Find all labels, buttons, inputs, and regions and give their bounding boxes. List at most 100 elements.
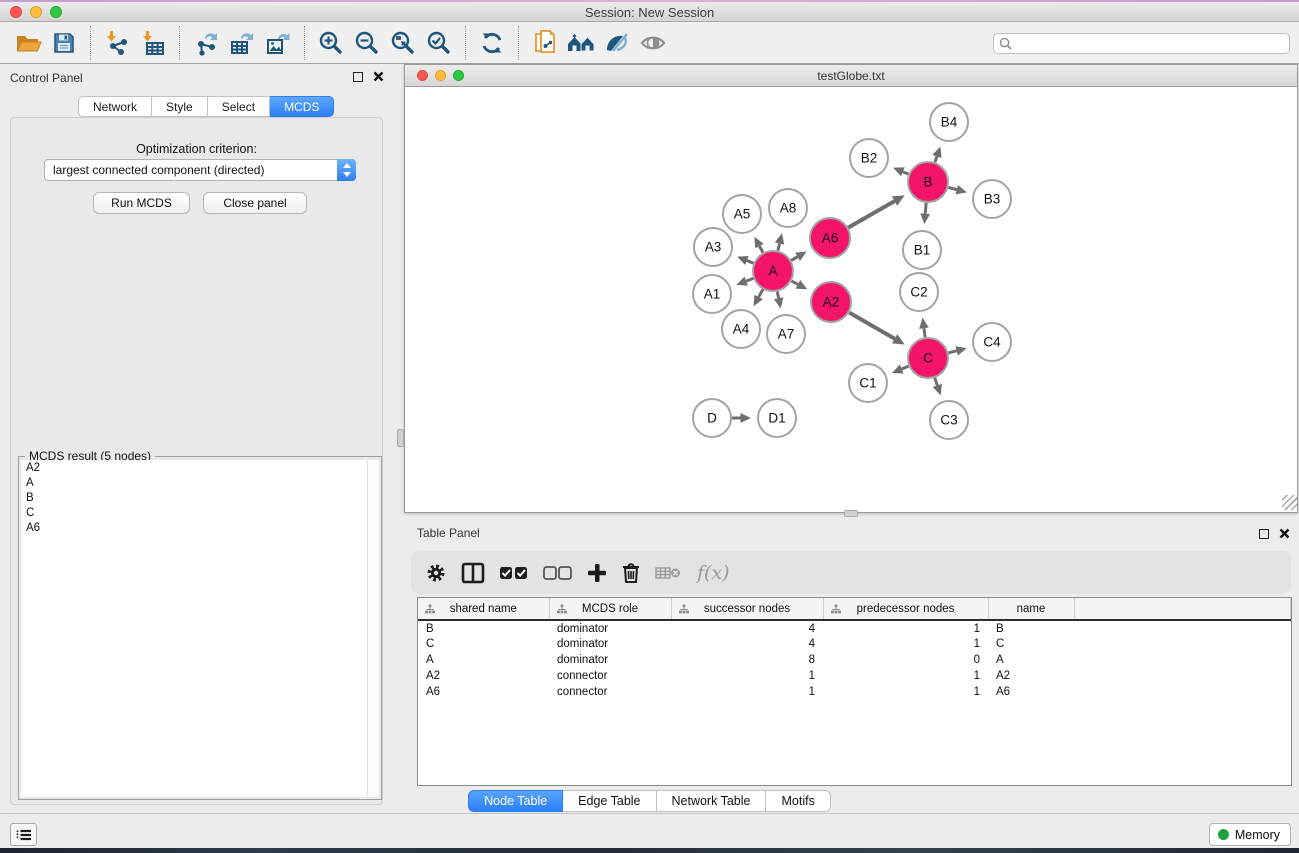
delete-column-button[interactable] — [621, 558, 641, 588]
edge-A-A5[interactable] — [759, 246, 763, 252]
mcds-result-item[interactable]: A — [21, 475, 367, 490]
control-tab-style[interactable]: Style — [152, 96, 208, 117]
tab-node-table[interactable]: Node Table — [468, 790, 563, 812]
save-session-button[interactable] — [46, 26, 82, 60]
zoom-fit-button[interactable] — [385, 26, 421, 60]
zoom-out-button[interactable] — [349, 26, 385, 60]
table-cell[interactable]: 1 — [823, 636, 988, 652]
edge-A-A6[interactable] — [791, 257, 797, 261]
edge-B-B4[interactable] — [935, 156, 937, 162]
table-cell[interactable]: B — [418, 620, 549, 636]
mcds-result-item[interactable]: B — [21, 490, 367, 505]
table-row[interactable]: Bdominator41B — [418, 620, 1291, 636]
search-input[interactable] — [1016, 37, 1289, 51]
show-details-button[interactable] — [635, 26, 671, 60]
edge-C-C3[interactable] — [935, 378, 938, 386]
open-session-button[interactable] — [10, 26, 46, 60]
control-tab-network[interactable]: Network — [78, 96, 152, 117]
edge-C-C4[interactable] — [948, 351, 956, 353]
tab-network-table[interactable]: Network Table — [657, 790, 767, 812]
table-cell[interactable]: 0 — [823, 652, 988, 668]
table-cell[interactable]: C — [418, 636, 549, 652]
table-row[interactable]: Adominator80A — [418, 652, 1291, 668]
window-resize-grip[interactable] — [1282, 495, 1297, 510]
edge-C-C1[interactable] — [902, 366, 909, 369]
edge-A2-C[interactable] — [849, 312, 894, 338]
memory-button[interactable]: Memory — [1209, 823, 1291, 846]
export-image-button[interactable] — [260, 26, 296, 60]
close-panel-icon[interactable] — [373, 71, 384, 82]
run-mcds-button[interactable]: Run MCDS — [93, 192, 190, 214]
delete-table-button[interactable] — [655, 558, 681, 588]
table-cell[interactable]: 1 — [823, 620, 988, 636]
table-settings-button[interactable] — [425, 558, 447, 588]
close-table-panel-icon[interactable] — [1279, 528, 1290, 539]
table-cell[interactable]: A6 — [988, 684, 1074, 700]
toolbar-search[interactable] — [993, 33, 1290, 54]
table-cell[interactable]: B — [988, 620, 1074, 636]
network-canvas[interactable]: AA1A2A3A4A5A6A7A8BB1B2B3B4CC1C2C3C4DD1 — [406, 87, 1297, 512]
mcds-result-list[interactable]: A2ABCA6 — [21, 460, 367, 797]
node-table[interactable]: shared nameMCDS rolesuccessor nodesprede… — [417, 597, 1292, 786]
column-header-name[interactable]: name — [988, 598, 1074, 620]
table-cell[interactable]: dominator — [549, 636, 671, 652]
float-table-panel-icon[interactable] — [1259, 529, 1269, 539]
table-cell[interactable]: A — [988, 652, 1074, 668]
add-column-button[interactable] — [587, 558, 607, 588]
edge-A-A3[interactable] — [747, 261, 754, 264]
edge-A-A2[interactable] — [792, 281, 798, 284]
tab-edge-table[interactable]: Edge Table — [563, 790, 656, 812]
table-cell[interactable]: connector — [549, 684, 671, 700]
table-cell[interactable]: 4 — [671, 636, 823, 652]
edge-A-A7[interactable] — [777, 292, 778, 299]
edge-B-B3[interactable] — [948, 187, 956, 189]
control-tab-mcds[interactable]: MCDS — [270, 96, 334, 117]
table-row[interactable]: A2connector11A2 — [418, 668, 1291, 684]
column-header-successor-nodes[interactable]: successor nodes — [671, 598, 823, 620]
tab-motifs[interactable]: Motifs — [766, 790, 830, 812]
column-header-predecessor-nodes[interactable]: predecessor nodes — [823, 598, 988, 620]
edge-B-B1[interactable] — [925, 203, 926, 214]
table-cell[interactable]: 1 — [823, 684, 988, 700]
home-layout-button[interactable] — [563, 26, 599, 60]
table-cell[interactable]: A2 — [988, 668, 1074, 684]
edge-C-C2[interactable] — [924, 328, 925, 337]
mcds-result-item[interactable]: A2 — [21, 460, 367, 475]
optimization-criterion-dropdown[interactable]: largest connected component (directed) — [44, 159, 356, 181]
show-panels-button[interactable] — [10, 823, 37, 846]
column-header-MCDS-role[interactable]: MCDS role — [549, 598, 671, 620]
refresh-layout-button[interactable] — [474, 26, 510, 60]
table-cell[interactable]: 1 — [671, 668, 823, 684]
network-window-titlebar[interactable]: testGlobe.txt — [405, 65, 1297, 87]
split-table-button[interactable] — [461, 558, 485, 588]
deselect-all-columns-button[interactable] — [543, 558, 573, 588]
horizontal-splitter-handle[interactable] — [844, 510, 858, 517]
edge-B-B2[interactable] — [903, 172, 909, 174]
table-cell[interactable]: dominator — [549, 620, 671, 636]
table-cell[interactable]: A — [418, 652, 549, 668]
import-network-button[interactable] — [99, 26, 135, 60]
table-cell[interactable]: 1 — [823, 668, 988, 684]
table-cell[interactable]: 1 — [671, 684, 823, 700]
table-cell[interactable]: dominator — [549, 652, 671, 668]
edge-A6-B[interactable] — [848, 201, 894, 227]
export-network-button[interactable] — [188, 26, 224, 60]
table-cell[interactable]: connector — [549, 668, 671, 684]
edge-A-A8[interactable] — [778, 244, 780, 251]
column-header-shared-name[interactable]: shared name — [418, 598, 549, 620]
zoom-selected-button[interactable] — [421, 26, 457, 60]
table-cell[interactable]: A6 — [418, 684, 549, 700]
select-all-columns-button[interactable] — [499, 558, 529, 588]
float-panel-icon[interactable] — [353, 72, 363, 82]
export-table-button[interactable] — [224, 26, 260, 60]
table-cell[interactable]: 8 — [671, 652, 823, 668]
table-cell[interactable]: A2 — [418, 668, 549, 684]
edge-A-A1[interactable] — [746, 278, 753, 281]
copy-style-button[interactable] — [527, 26, 563, 60]
mcds-result-scrollbar[interactable] — [367, 460, 379, 797]
control-tab-select[interactable]: Select — [208, 96, 270, 117]
close-panel-button[interactable]: Close panel — [203, 192, 307, 214]
table-cell[interactable]: 4 — [671, 620, 823, 636]
table-cell[interactable]: C — [988, 636, 1074, 652]
hide-details-button[interactable] — [599, 26, 635, 60]
